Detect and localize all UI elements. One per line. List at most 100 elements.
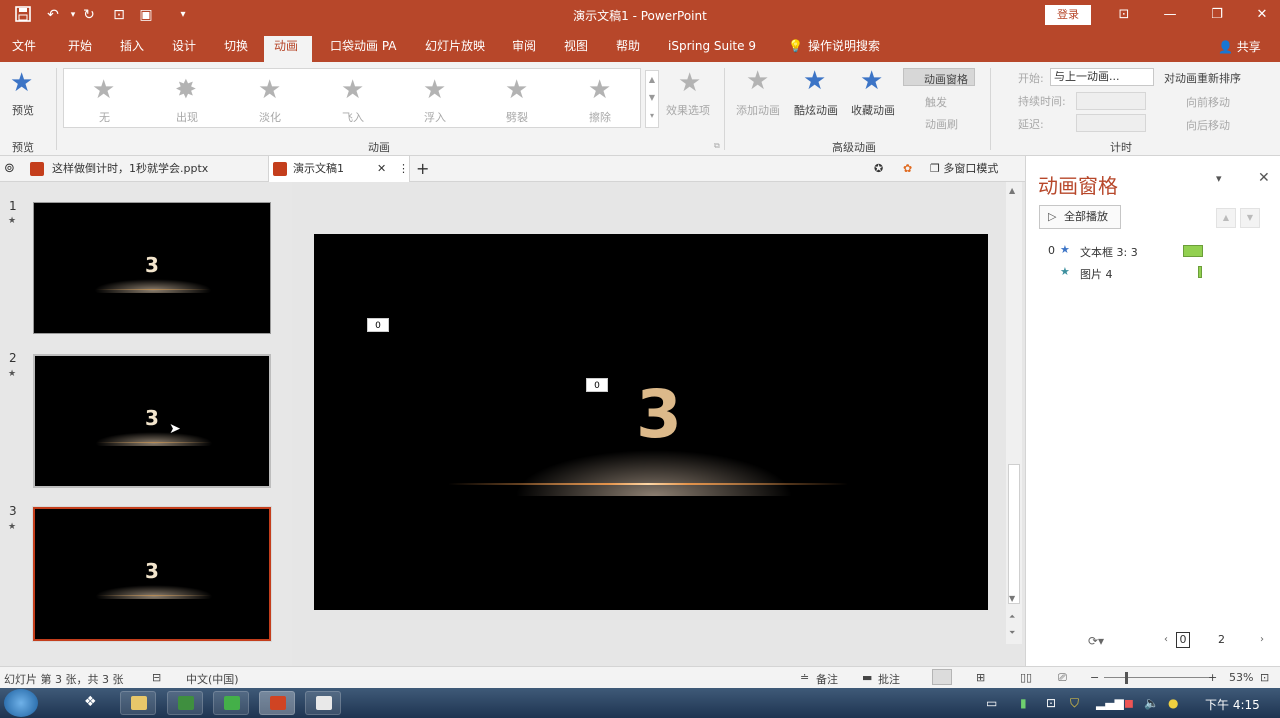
countdown-number[interactable]: 3 <box>314 376 988 453</box>
slide-thumbnail-2[interactable]: 3 ➤ <box>33 354 271 488</box>
tab-animations[interactable]: 动画 <box>264 36 312 62</box>
tell-me-search[interactable]: 操作说明搜索 <box>798 36 890 62</box>
zoom-level[interactable]: 53% <box>1229 671 1253 684</box>
media-taskbar-button[interactable] <box>213 691 249 715</box>
tab-file[interactable]: 文件 <box>2 36 46 62</box>
tab-slideshow[interactable]: 幻灯片放映 <box>415 36 495 62</box>
tab-transitions[interactable]: 切换 <box>214 36 258 62</box>
slide-thumbnail-1[interactable]: 3 <box>33 202 271 334</box>
login-button[interactable]: 登录 <box>1045 5 1091 25</box>
tab-pocket-animation[interactable]: 口袋动画 PA <box>320 36 407 62</box>
share-button[interactable]: 👤 共享 <box>1218 38 1261 55</box>
clock[interactable]: 下午 4:15 <box>1205 696 1260 713</box>
zoom-slider-thumb[interactable] <box>1125 672 1128 684</box>
start-button[interactable] <box>4 689 38 717</box>
effect-options-icon[interactable]: ★ <box>678 70 701 96</box>
tab-insert[interactable]: 插入 <box>110 36 154 62</box>
move-down-icon[interactable]: ▼ <box>1240 208 1260 228</box>
zoom-out-icon[interactable]: − <box>1090 671 1099 684</box>
tray-icon[interactable]: ● <box>1168 696 1178 710</box>
normal-view-icon[interactable] <box>932 669 952 685</box>
tab-review[interactable]: 审阅 <box>502 36 546 62</box>
animation-painter-button[interactable]: 动画刷 <box>925 116 958 132</box>
new-tab-icon[interactable]: + <box>416 156 429 182</box>
close-icon[interactable]: ✕ <box>1252 6 1272 24</box>
add-animation-button[interactable]: 添加动画 <box>736 102 780 118</box>
tab-design[interactable]: 设计 <box>162 36 206 62</box>
cool-animation-button[interactable]: 酷炫动画 <box>794 102 838 118</box>
doc-tab-countdown[interactable]: 这样做倒计时，1秒就学会.pptx <box>30 156 262 182</box>
move-earlier-button[interactable]: 向前移动 <box>1186 94 1230 110</box>
effect-wipe[interactable]: 擦除 <box>589 109 611 125</box>
close-tab-icon[interactable]: ✕ <box>377 156 386 182</box>
anim-item-name[interactable]: 图片 4 <box>1080 266 1113 282</box>
effect-fade-icon[interactable]: ★ <box>258 77 281 103</box>
network-icon[interactable]: ▂▄▆ <box>1096 696 1124 710</box>
comments-button[interactable]: 批注 <box>878 671 900 687</box>
language[interactable]: 中文(中国) <box>186 671 239 687</box>
timeline-bar[interactable] <box>1198 266 1202 278</box>
zoom-slider-track[interactable] <box>1104 677 1214 678</box>
minimize-icon[interactable]: — <box>1160 6 1180 24</box>
effect-none-icon[interactable]: ★ <box>92 77 115 103</box>
tray-icon[interactable]: ◼ <box>1124 696 1134 710</box>
zoom-in-icon[interactable]: + <box>1208 671 1217 684</box>
effect-wipe-icon[interactable]: ★ <box>588 77 611 103</box>
reading-view-icon[interactable]: ▯▯ <box>1020 671 1032 684</box>
security-icon[interactable]: ⛉ <box>1070 696 1079 711</box>
play-all-button[interactable]: ▷ 全部播放 <box>1039 205 1121 229</box>
anim-item-name[interactable]: 文本框 3: 3 <box>1080 244 1138 260</box>
explorer-taskbar-button[interactable] <box>120 691 156 715</box>
timeline-bar[interactable] <box>1183 245 1203 257</box>
animation-tag[interactable]: 0 <box>367 318 389 332</box>
dialog-launcher-icon[interactable]: ⧉ <box>714 141 720 151</box>
battery-icon[interactable]: ▮ <box>1020 696 1027 710</box>
slideshow-view-icon[interactable]: ⎚ <box>1058 671 1067 685</box>
fav-animation-icon[interactable]: ★ <box>860 68 883 94</box>
gallery-scroll[interactable]: ▲ ▼ ▾ <box>645 70 659 128</box>
app-taskbar-button[interactable] <box>167 691 203 715</box>
slide-sorter-icon[interactable]: ⊞ <box>976 671 985 684</box>
fit-to-window-icon[interactable]: ⊡ <box>1260 671 1269 684</box>
effect-split[interactable]: 劈裂 <box>506 109 528 125</box>
slide-thumbnail-3[interactable]: 3 <box>32 506 272 642</box>
pin-icon[interactable]: ✪ <box>874 156 883 182</box>
next-slide-icon[interactable]: ⏷ <box>1009 628 1015 638</box>
tab-view[interactable]: 视图 <box>554 36 598 62</box>
scroll-up-icon[interactable]: ▲ <box>1009 186 1015 195</box>
doc-tab-presentation1[interactable]: 演示文稿1 <box>268 156 410 182</box>
scroll-thumb[interactable] <box>1008 464 1020 604</box>
powerpoint-taskbar-button[interactable] <box>259 691 295 715</box>
vertical-scrollbar[interactable]: ▲ ▼ ⏶ ⏷ <box>1006 182 1022 644</box>
move-later-button[interactable]: 向后移动 <box>1186 117 1230 133</box>
current-slide[interactable]: 3 0 0 <box>314 234 988 610</box>
move-up-icon[interactable]: ▲ <box>1216 208 1236 228</box>
cool-animation-icon[interactable]: ★ <box>803 68 826 94</box>
start-select[interactable]: 与上一动画... <box>1050 68 1154 86</box>
pane-close-icon[interactable]: ✕ <box>1258 170 1270 186</box>
effect-appear-icon[interactable]: ✸ <box>175 77 197 103</box>
tray-icon[interactable]: ▭ <box>986 696 997 710</box>
tray-icon[interactable]: ⊡ <box>1046 696 1056 710</box>
tab-menu-icon[interactable]: ⋮ <box>398 156 409 182</box>
fav-animation-button[interactable]: 收藏动画 <box>851 102 895 118</box>
ribbon-display-icon[interactable]: ⊡ <box>1114 6 1134 24</box>
pane-options-icon[interactable]: ▾ <box>1216 172 1222 185</box>
seconds-menu-icon[interactable]: ⟳▾ <box>1088 634 1104 648</box>
volume-icon[interactable]: 🔈 <box>1144 696 1159 710</box>
preview-star-icon[interactable]: ★ <box>10 70 33 96</box>
effect-appear[interactable]: 出现 <box>176 109 198 125</box>
effect-none[interactable]: 无 <box>99 109 110 125</box>
delay-spinner[interactable] <box>1076 114 1146 132</box>
app-icon[interactable]: ❖ <box>84 694 97 710</box>
animation-effects-gallery[interactable]: ★ 无 ✸ 出现 ★ 淡化 ★ 飞入 ★ 浮入 ★ 劈裂 ★ 擦除 <box>63 68 641 128</box>
multi-window-button[interactable]: ❐ 多窗口模式 <box>930 156 998 182</box>
preview-button[interactable]: 预览 <box>12 102 34 118</box>
tab-ispring[interactable]: iSpring Suite 9 <box>658 36 766 62</box>
recorder-taskbar-button[interactable] <box>305 691 341 715</box>
add-animation-icon[interactable]: ★ <box>746 68 769 94</box>
timeline-right-icon[interactable]: › <box>1260 634 1264 645</box>
tab-help[interactable]: 帮助 <box>606 36 650 62</box>
effect-float-in[interactable]: 浮入 <box>424 109 446 125</box>
spell-check-icon[interactable]: ⊟ <box>152 671 161 684</box>
